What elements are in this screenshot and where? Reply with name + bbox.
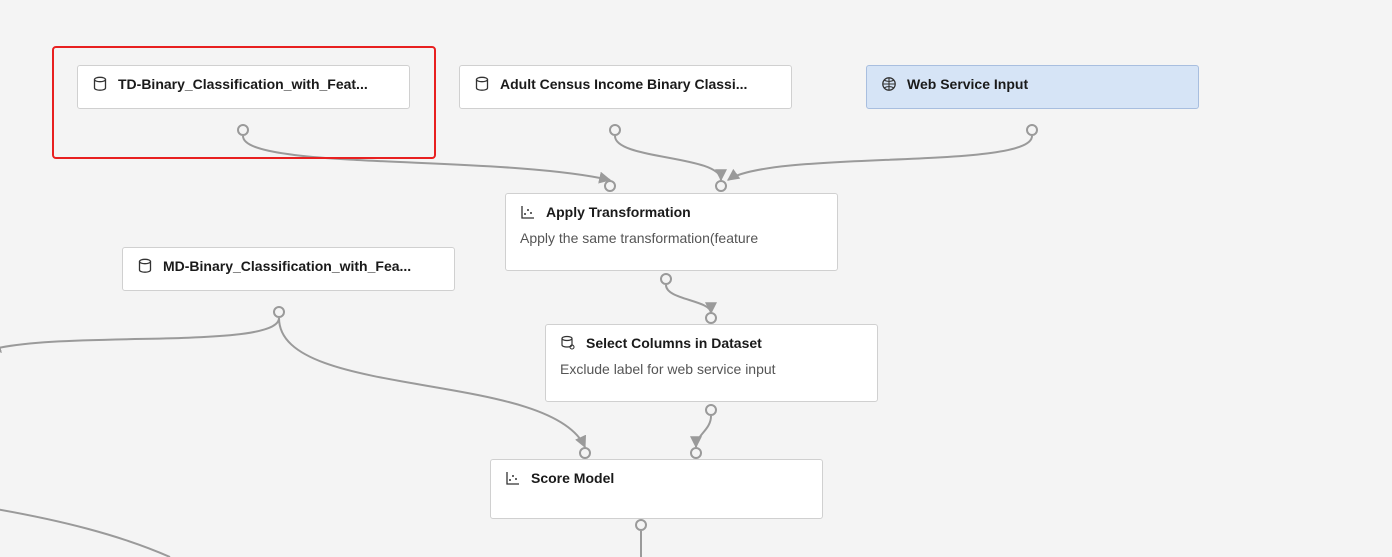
port-adult-out[interactable]: [609, 124, 621, 136]
database-icon: [137, 258, 153, 274]
node-apply-transformation[interactable]: Apply Transformation Apply the same tran…: [505, 193, 838, 271]
edge-apply-out-to-select-in: [666, 285, 711, 313]
edge-ws-out-to-apply-in2: [728, 136, 1032, 180]
port-apply-in1[interactable]: [604, 180, 616, 192]
node-title: TD-Binary_Classification_with_Feat...: [118, 76, 368, 92]
node-subtitle: Apply the same transformation(feature: [520, 230, 823, 246]
node-title: Score Model: [531, 470, 614, 486]
node-title: Apply Transformation: [546, 204, 691, 220]
node-score-model[interactable]: Score Model: [490, 459, 823, 519]
node-select-columns-in-dataset[interactable]: Select Columns in Dataset Exclude label …: [545, 324, 878, 402]
globe-icon: [881, 76, 897, 92]
scatter-icon: [520, 204, 536, 220]
port-score-out[interactable]: [635, 519, 647, 531]
port-score-in2[interactable]: [690, 447, 702, 459]
port-select-out[interactable]: [705, 404, 717, 416]
edge-select-out-to-score-in2: [696, 416, 711, 447]
node-subtitle: Exclude label for web service input: [560, 361, 863, 377]
database-icon: [92, 76, 108, 92]
node-title: MD-Binary_Classification_with_Fea...: [163, 258, 411, 274]
pipeline-canvas[interactable]: TD-Binary_Classification_with_Feat... Ad…: [0, 0, 1392, 557]
port-apply-in2[interactable]: [715, 180, 727, 192]
node-adult-census-income[interactable]: Adult Census Income Binary Classi...: [459, 65, 792, 109]
node-web-service-input[interactable]: Web Service Input: [866, 65, 1199, 109]
port-select-in[interactable]: [705, 312, 717, 324]
scatter-icon: [505, 470, 521, 486]
edge-adult-out-to-apply-in2: [615, 136, 721, 180]
database-icon: [474, 76, 490, 92]
port-apply-out[interactable]: [660, 273, 672, 285]
node-title: Select Columns in Dataset: [586, 335, 762, 351]
port-md-out[interactable]: [273, 306, 285, 318]
port-ws-out[interactable]: [1026, 124, 1038, 136]
edge-md-out-to-offleft1: [0, 318, 279, 350]
edge-md-out-to-score-in1: [279, 318, 585, 447]
node-td-binary-classification[interactable]: TD-Binary_Classification_with_Feat...: [77, 65, 410, 109]
dataset-gear-icon: [560, 335, 576, 351]
port-td-out[interactable]: [237, 124, 249, 136]
edge-td-out-to-apply-in1: [243, 136, 610, 180]
node-md-binary-classification[interactable]: MD-Binary_Classification_with_Fea...: [122, 247, 455, 291]
edge-offleft2-to-offleft2b: [0, 508, 170, 557]
port-score-in1[interactable]: [579, 447, 591, 459]
node-title: Adult Census Income Binary Classi...: [500, 76, 747, 92]
node-title: Web Service Input: [907, 76, 1028, 92]
